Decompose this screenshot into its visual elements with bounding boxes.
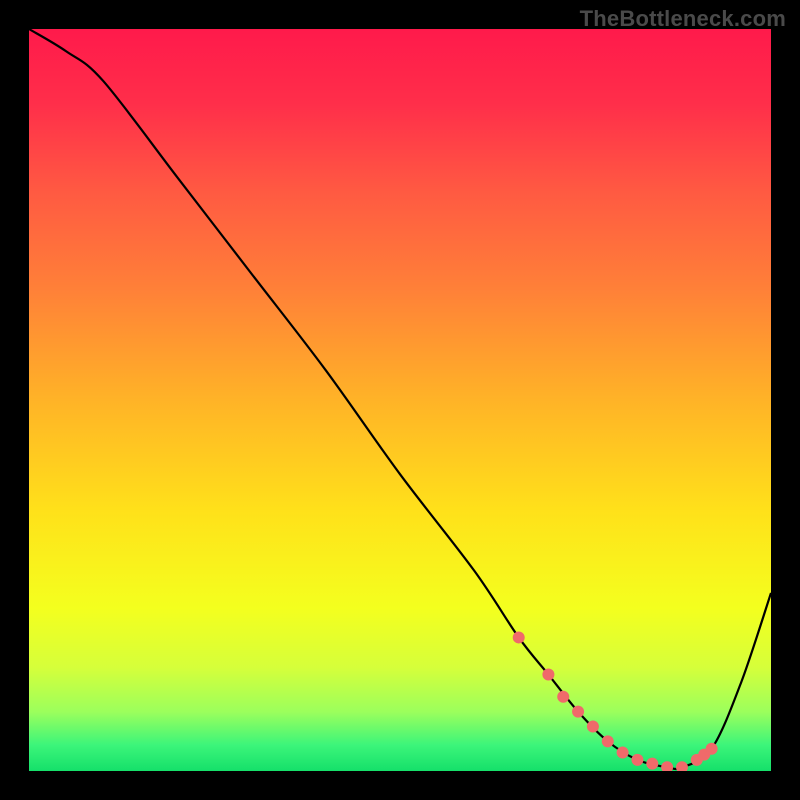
chart-frame: TheBottleneck.com [0,0,800,800]
marker-dot [617,746,629,758]
marker-dot [513,631,525,643]
plot-area [29,29,771,771]
marker-dot [646,758,658,770]
marker-dot [631,754,643,766]
marker-dot [587,720,599,732]
marker-dot [602,735,614,747]
plot-svg [29,29,771,771]
marker-dot [572,706,584,718]
marker-dot [557,691,569,703]
marker-dot [542,669,554,681]
watermark-text: TheBottleneck.com [580,6,786,32]
marker-dot [706,743,718,755]
gradient-background [29,29,771,771]
